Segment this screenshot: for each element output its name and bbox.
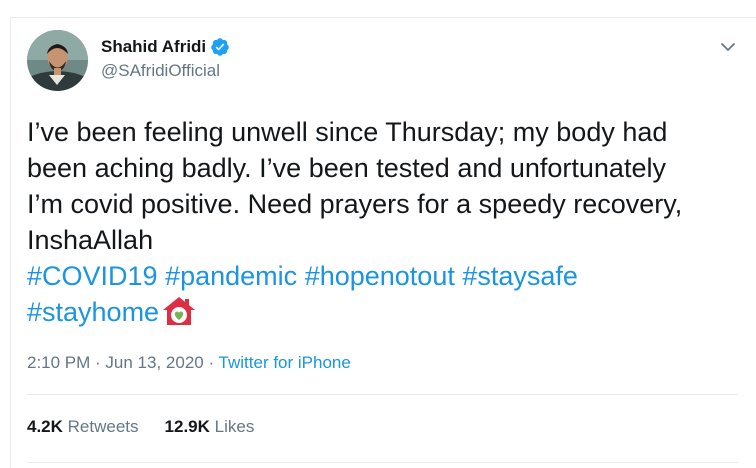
tweet-text-line: InshaAllah [27,225,154,255]
tweet-timestamp[interactable]: 2:10 PM · Jun 13, 2020 [27,353,204,372]
avatar[interactable] [27,30,88,91]
retweets-label: Retweets [67,417,139,436]
tweet-text-line: I’ve been feeling unwell since Thursday;… [27,117,668,147]
meta-separator: · [203,353,219,372]
tweet-text: I’ve been feeling unwell since Thursday;… [27,114,737,330]
retweets-count: 4.2K [27,417,63,436]
tweet-text-line: I’m covid positive. Need prayers for a s… [27,189,683,219]
hashtag-staysafe[interactable]: #staysafe [462,261,578,291]
tweet-stats: 4.2K Retweets 12.9K Likes [27,416,280,438]
divider [27,394,738,395]
author-name-row[interactable]: Shahid Afridi [101,36,230,58]
retweets-stat[interactable]: 4.2K Retweets [27,416,139,438]
likes-count: 12.9K [164,417,210,436]
chevron-down-icon[interactable] [718,37,738,57]
hashtag-line: #stayhome [27,294,737,330]
hashtag-covid19[interactable]: #COVID19 [27,261,158,291]
display-name[interactable]: Shahid Afridi [101,36,206,58]
divider [27,462,738,463]
house-with-heart-emoji [161,295,197,327]
tweet-source[interactable]: Twitter for iPhone [219,353,351,372]
tweet-meta: 2:10 PM · Jun 13, 2020 · Twitter for iPh… [27,352,351,374]
avatar-image [27,30,88,91]
hashtag-line: #COVID19 #pandemic #hopenotout #staysafe [27,258,737,294]
likes-label: Likes [214,417,255,436]
tweet-text-line: been aching badly. I’ve been tested and … [27,153,666,183]
hashtag-hopenotout[interactable]: #hopenotout [305,261,455,291]
author-handle[interactable]: @SAfridiOfficial [101,60,220,82]
hashtag-pandemic[interactable]: #pandemic [165,261,297,291]
hashtag-stayhome[interactable]: #stayhome [27,297,159,327]
likes-stat[interactable]: 12.9K Likes [165,416,255,438]
verified-badge-icon [210,37,230,57]
